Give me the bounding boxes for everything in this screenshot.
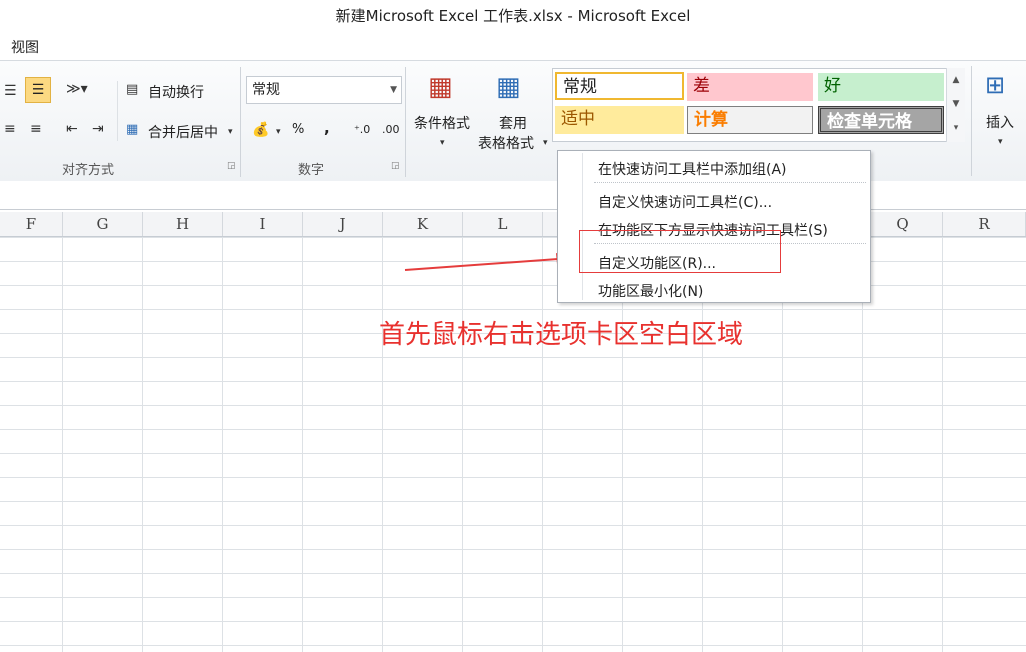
menu-item-customize-qat[interactable]: 自定义快速访问工具栏(C)... xyxy=(598,192,772,212)
context-menu: 在快速访问工具栏中添加组(A) 自定义快速访问工具栏(C)... 在功能区下方显… xyxy=(557,150,871,303)
annotation-text: 首先鼠标右击选项卡区空白区域 xyxy=(379,320,744,350)
highlight-box xyxy=(579,230,781,273)
menu-item-minimize-ribbon[interactable]: 功能区最小化(N) xyxy=(598,281,703,301)
menu-item-add-group-to-qat[interactable]: 在快速访问工具栏中添加组(A) xyxy=(598,159,787,179)
